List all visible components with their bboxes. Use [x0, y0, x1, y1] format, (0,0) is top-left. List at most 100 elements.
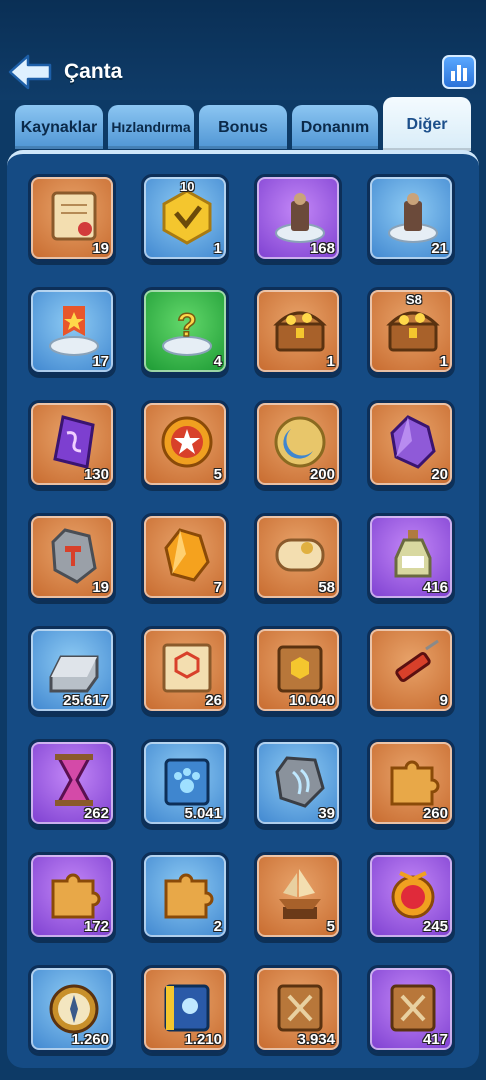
inventory-item[interactable]: 25.617	[28, 626, 116, 714]
inventory-item[interactable]: ? 4	[141, 287, 229, 375]
item-count: 2	[213, 918, 222, 935]
inventory-item[interactable]: 262	[28, 739, 116, 827]
inventory-item[interactable]: 245	[367, 852, 455, 940]
inventory-item[interactable]: 21	[367, 174, 455, 262]
inventory-item[interactable]: 10.040	[254, 626, 342, 714]
inventory-item[interactable]: 19	[28, 174, 116, 262]
item-count: 1	[213, 240, 222, 257]
blue-tome-icon	[164, 984, 210, 1032]
amber-gem-icon	[164, 528, 210, 582]
item-count: 262	[83, 805, 109, 822]
rune-stone-icon	[53, 415, 95, 469]
item-count: 9	[439, 692, 448, 709]
tab-hizlandirma[interactable]: Hızlandırma	[108, 105, 194, 149]
inventory-item[interactable]: 130	[28, 400, 116, 488]
tab-kaynaklar[interactable]: Kaynaklar	[15, 105, 103, 149]
item-count: 20	[431, 466, 448, 483]
syringe-icon	[395, 639, 439, 682]
inventory-item[interactable]: 260	[367, 739, 455, 827]
back-arrow-icon[interactable]	[8, 52, 52, 92]
inventory-item[interactable]: 2	[141, 852, 229, 940]
tab-bonus[interactable]: Bonus	[199, 105, 287, 149]
rolled-scroll-icon	[275, 538, 325, 572]
inventory-item[interactable]: 58	[254, 513, 342, 601]
bar-chart-icon	[451, 65, 467, 81]
inventory-item[interactable]: 26	[141, 626, 229, 714]
item-count: 21	[431, 240, 448, 257]
item-count: 7	[213, 579, 222, 596]
inventory-item[interactable]: 20	[367, 400, 455, 488]
item-count: 417	[422, 1031, 448, 1048]
inventory-item[interactable]: 10 1	[141, 174, 229, 262]
inventory-item[interactable]: 3.934	[254, 965, 342, 1053]
sword-book-icon	[390, 984, 436, 1032]
potion-bottle-icon	[394, 530, 432, 578]
claw-stone-icon	[275, 756, 325, 808]
item-count: 245	[422, 918, 448, 935]
banner-platform-icon	[49, 306, 99, 356]
item-count: 58	[318, 579, 335, 596]
inventory-item[interactable]: 1.260	[28, 965, 116, 1053]
inventory-item[interactable]: 1.210	[141, 965, 229, 1053]
inventory-item[interactable]: 9	[367, 626, 455, 714]
tab-diger[interactable]: Diğer	[383, 97, 471, 151]
item-count: 3.934	[297, 1031, 335, 1048]
hex-token-icon	[162, 189, 212, 245]
item-count: 4	[213, 353, 222, 370]
sword-book-icon	[277, 984, 323, 1032]
brown-book-icon	[277, 645, 323, 693]
item-top-label: S8	[406, 292, 422, 307]
hammer-stone-icon	[51, 528, 97, 584]
item-count: 1.260	[71, 1031, 109, 1048]
item-count: 5	[213, 466, 222, 483]
item-count: 130	[83, 466, 109, 483]
item-count: 5	[326, 918, 335, 935]
inventory-item[interactable]: 172	[28, 852, 116, 940]
item-count: 25.617	[63, 692, 109, 709]
inventory-item[interactable]: 416	[367, 513, 455, 601]
category-tabs: Kaynaklar Hızlandırma Bonus Donanım Diğe…	[0, 97, 486, 153]
tab-donanim[interactable]: Donanım	[292, 105, 378, 149]
item-top-label: 10	[180, 179, 195, 194]
inventory-item[interactable]: S8 1	[367, 287, 455, 375]
moon-coin-icon	[274, 416, 326, 468]
throne-statue-icon	[275, 193, 325, 243]
inventory-item[interactable]: 19	[28, 513, 116, 601]
inventory-item[interactable]: 5	[254, 852, 342, 940]
item-count: 168	[309, 240, 335, 257]
inventory-item[interactable]: 5	[141, 400, 229, 488]
item-count: 1	[439, 353, 448, 370]
inventory-item[interactable]: 168	[254, 174, 342, 262]
purple-crystal-icon	[390, 415, 436, 469]
inventory-item[interactable]: 17	[28, 287, 116, 375]
mystery-platform-icon: ?	[162, 306, 212, 356]
medal-coin-icon	[161, 416, 213, 468]
silver-ingot-icon	[49, 655, 99, 693]
inventory-item[interactable]: 1	[254, 287, 342, 375]
throne-statue-icon	[388, 193, 438, 243]
inventory-item[interactable]: 200	[254, 400, 342, 488]
item-count: 172	[83, 918, 109, 935]
ship-trophy-icon	[279, 869, 321, 919]
inventory-item[interactable]: 417	[367, 965, 455, 1053]
inventory-item[interactable]: 7	[141, 513, 229, 601]
item-count: 19	[92, 240, 109, 257]
paw-book-icon	[164, 758, 210, 806]
item-count: 1.210	[184, 1031, 222, 1048]
blueprint-icon	[162, 643, 212, 693]
item-count: 17	[92, 353, 109, 370]
hourglass-potion-icon	[55, 754, 93, 806]
puzzle-piece-icon	[51, 873, 101, 919]
puzzle-piece-icon	[164, 873, 214, 919]
item-count: 200	[309, 466, 335, 483]
ruby-amulet-icon	[391, 871, 435, 919]
item-count: 1	[326, 353, 335, 370]
item-count: 416	[422, 579, 448, 596]
top-bar	[0, 0, 486, 100]
stats-button[interactable]	[442, 55, 476, 89]
inventory-item[interactable]: 39	[254, 739, 342, 827]
page-title: Çanta	[64, 60, 123, 83]
scroll-icon	[51, 191, 97, 241]
compass-icon	[49, 984, 99, 1034]
inventory-item[interactable]: 5.041	[141, 739, 229, 827]
